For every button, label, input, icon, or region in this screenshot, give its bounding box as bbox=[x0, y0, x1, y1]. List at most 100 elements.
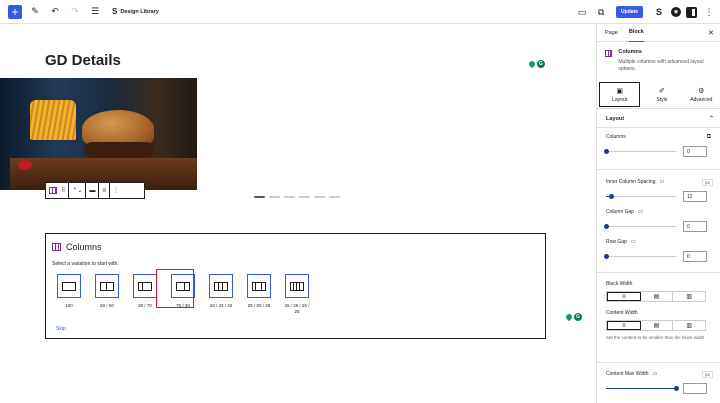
tab-page[interactable]: Page bbox=[605, 24, 618, 42]
columns-slider[interactable] bbox=[604, 149, 676, 154]
column-gap-slider[interactable] bbox=[604, 224, 676, 229]
slider-dot[interactable] bbox=[329, 196, 340, 198]
inner-column-spacing-control: Inner Column Spacing ▭ px 12 bbox=[606, 178, 713, 202]
align-center-icon: ▬ bbox=[89, 187, 96, 194]
slider-dot[interactable] bbox=[269, 196, 280, 198]
content-width-default-button[interactable]: ≡ bbox=[607, 321, 641, 330]
external-view-icon[interactable]: ⧉ bbox=[594, 5, 608, 19]
slider-thumb[interactable] bbox=[609, 194, 614, 199]
desktop-preview-icon[interactable]: ▭ bbox=[575, 5, 589, 19]
align-button[interactable]: ▬ bbox=[86, 183, 100, 198]
block-type-button[interactable]: ⠿ bbox=[46, 183, 70, 198]
more-vertical-icon: ⋮ bbox=[112, 188, 119, 194]
chevron-up-icon: ⌃ bbox=[708, 116, 714, 122]
slider-dot[interactable] bbox=[284, 196, 295, 198]
stackable-icon[interactable]: S bbox=[652, 5, 666, 19]
content-width-full-button[interactable]: ▥ bbox=[673, 321, 705, 330]
columns-placeholder: Columns Select a variation to start with… bbox=[45, 233, 546, 339]
editor-canvas: GD Details G ⠿ ⌃⌄ ▬ ≡ ⋮ Columns Select a… bbox=[0, 24, 596, 403]
content-width-wide-button[interactable]: ▤ bbox=[641, 321, 674, 330]
content-width-help: Set the content to be smaller than the b… bbox=[606, 335, 705, 340]
variation-30-70[interactable]: 30 / 70 bbox=[131, 274, 159, 315]
content-width-control: Content Width ≡ ▤ ▥ Set the content to b… bbox=[606, 310, 713, 341]
desktop-icon[interactable]: ▭ bbox=[653, 371, 658, 377]
close-icon[interactable]: ✕ bbox=[708, 29, 714, 37]
width-wide-button[interactable]: ▤ bbox=[641, 292, 674, 301]
content-max-width-input[interactable] bbox=[683, 383, 707, 394]
grammarly-icon[interactable]: G bbox=[574, 313, 582, 321]
subtab-layout[interactable]: ▣ Layout bbox=[599, 82, 641, 107]
align-wide-icon: ▤ bbox=[653, 294, 660, 300]
slider-dot[interactable] bbox=[314, 196, 325, 198]
more-options-icon[interactable]: ⋮ bbox=[702, 5, 716, 19]
slider-thumb[interactable] bbox=[604, 224, 609, 229]
slider-thumb[interactable] bbox=[604, 254, 609, 259]
align-center-icon: ≡ bbox=[622, 293, 626, 300]
unit-selector[interactable]: px bbox=[702, 370, 713, 378]
subtab-label: Layout bbox=[612, 96, 628, 103]
design-library-label: Design Library bbox=[120, 8, 159, 15]
design-library-button[interactable]: S Design Library bbox=[112, 7, 159, 16]
variation-label: 33 / 33 / 33 bbox=[209, 303, 233, 308]
subtab-style[interactable]: ✐ Style bbox=[642, 81, 681, 108]
variation-icon bbox=[133, 274, 157, 298]
settings-sidebar: Page Block ✕ Columns Multiple columns wi… bbox=[596, 24, 720, 403]
unit-selector[interactable]: px bbox=[702, 178, 713, 186]
variation-100[interactable]: 100 bbox=[55, 274, 83, 315]
row-gap-slider[interactable] bbox=[604, 254, 676, 259]
pencil-icon[interactable]: ✎ bbox=[28, 5, 42, 19]
list-view-icon[interactable]: ☰ bbox=[88, 5, 102, 19]
inner-spacing-slider[interactable] bbox=[606, 194, 676, 199]
add-block-button[interactable]: + bbox=[8, 4, 22, 19]
variation-25-50-25[interactable]: 25 / 50 / 25 bbox=[245, 274, 273, 315]
variation-33-33-33[interactable]: 33 / 33 / 33 bbox=[207, 274, 235, 315]
seo-icon[interactable]: ◉ bbox=[671, 7, 681, 17]
block-toolbar: ⠿ ⌃⌄ ▬ ≡ ⋮ bbox=[45, 182, 145, 199]
settings-sidebar-icon[interactable] bbox=[686, 6, 697, 18]
move-updown-button[interactable]: ⌃⌄ bbox=[69, 183, 87, 198]
block-options-button[interactable]: ⋮ bbox=[110, 183, 122, 198]
slider-thumb[interactable] bbox=[604, 149, 609, 154]
slider-dot[interactable] bbox=[254, 196, 265, 198]
grammarly-icon[interactable]: G bbox=[537, 60, 545, 68]
justify-button[interactable]: ≡ bbox=[99, 183, 110, 198]
selected-variation-highlight bbox=[156, 269, 194, 308]
block-name: Columns bbox=[618, 49, 642, 55]
variation-icon bbox=[247, 274, 271, 298]
slider-dot[interactable] bbox=[299, 196, 310, 198]
columns-input[interactable]: 0 bbox=[683, 146, 707, 157]
field-label: Content Max Width bbox=[606, 371, 649, 377]
columns-icon bbox=[52, 243, 61, 251]
location-pin-icon bbox=[527, 59, 537, 69]
layout-section-header[interactable]: Layout ⌃ bbox=[597, 110, 720, 128]
inner-spacing-input[interactable]: 12 bbox=[683, 191, 707, 202]
placeholder-title: Columns bbox=[66, 242, 102, 252]
width-default-button[interactable]: ≡ bbox=[607, 292, 641, 301]
page-title[interactable]: GD Details bbox=[45, 52, 121, 69]
variation-25-25-25-25[interactable]: 25 / 25 / 25 / 25 bbox=[283, 274, 311, 315]
undo-icon[interactable]: ↶ bbox=[48, 5, 62, 19]
desktop-icon[interactable]: ▭ bbox=[659, 179, 664, 185]
block-width-control: Block Width ≡ ▤ ▥ bbox=[606, 281, 713, 302]
collaboration-markers: G bbox=[564, 312, 582, 322]
column-gap-input[interactable]: 0 bbox=[683, 221, 707, 232]
variation-50-50[interactable]: 50 / 50 bbox=[93, 274, 121, 315]
desktop-icon[interactable]: ▭ bbox=[631, 239, 636, 245]
desktop-icon[interactable]: ▭ bbox=[638, 209, 643, 215]
chevron-updown-icon: ⌃⌄ bbox=[72, 188, 83, 194]
burger-image[interactable] bbox=[0, 78, 197, 190]
row-gap-input[interactable]: 0 bbox=[683, 251, 707, 262]
width-full-button[interactable]: ▥ bbox=[673, 292, 705, 301]
variation-icon bbox=[57, 274, 81, 298]
content-max-width-slider[interactable] bbox=[606, 386, 679, 391]
drag-handle-icon[interactable]: ⠿ bbox=[61, 187, 65, 194]
slider-thumb[interactable] bbox=[674, 386, 679, 391]
redo-icon[interactable]: ↷ bbox=[68, 5, 82, 19]
editor-toolbar: + ✎ ↶ ↷ ☰ S Design Library ▭ ⧉ Update S … bbox=[0, 0, 720, 24]
copy-icon[interactable]: ⧉ bbox=[707, 134, 711, 141]
skip-link[interactable]: Skip bbox=[56, 326, 66, 332]
update-button[interactable]: Update bbox=[616, 6, 643, 18]
variation-label: 25 / 25 / 25 / 25 bbox=[284, 303, 310, 315]
tab-block[interactable]: Block bbox=[628, 24, 644, 42]
subtab-advanced[interactable]: ⚙ Advanced bbox=[682, 81, 720, 108]
